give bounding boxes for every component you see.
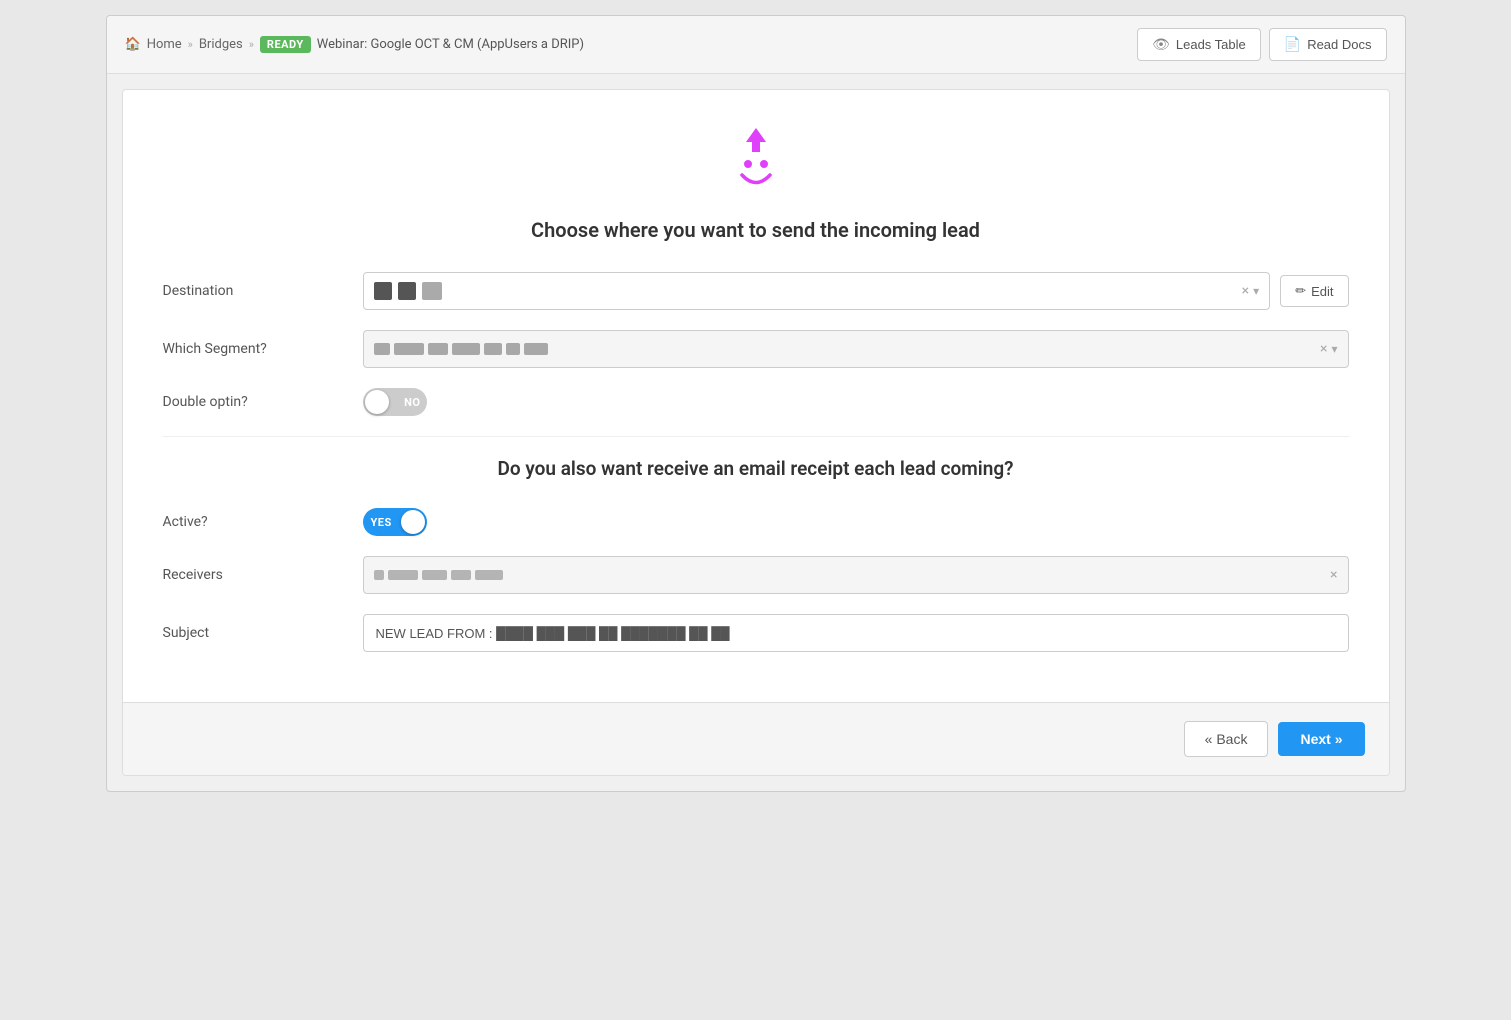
active-row: Active? YES: [163, 508, 1349, 536]
status-badge: READY: [260, 36, 311, 53]
destination-control: × ▾ ✏ Edit: [363, 272, 1349, 310]
edit-label: Edit: [1311, 284, 1333, 299]
destination-clear-icon[interactable]: ×: [1242, 283, 1249, 299]
double-optin-label: Double optin?: [163, 394, 363, 410]
double-optin-row: Double optin? NO: [163, 388, 1349, 416]
active-control: YES: [363, 508, 1349, 536]
section-divider: [163, 436, 1349, 437]
segment-control: × ▾: [363, 330, 1349, 368]
home-icon: 🏠: [125, 37, 141, 52]
segment-clear-icon[interactable]: ×: [1320, 341, 1327, 357]
double-optin-control: NO: [363, 388, 1349, 416]
page-title: Webinar: Google OCT & CM (AppUsers a DRI…: [317, 37, 584, 52]
segment-chevron-icon: ▾: [1331, 342, 1337, 356]
main-content: Choose where you want to send the incomi…: [122, 89, 1390, 776]
doc-icon: 📄: [1284, 36, 1301, 53]
destination-icon3: [422, 282, 442, 300]
back-button[interactable]: « Back: [1184, 721, 1269, 757]
destination-select-left: [374, 282, 442, 300]
edit-pencil-icon: ✏: [1295, 283, 1306, 299]
double-optin-toggle-wrap: NO: [363, 388, 427, 416]
breadcrumb: 🏠 Home » Bridges » READY Webinar: Google…: [125, 36, 585, 53]
form-area: Choose where you want to send the incomi…: [123, 90, 1389, 702]
toggle-on-knob: [401, 510, 425, 534]
receivers-control: ×: [363, 556, 1349, 594]
leads-table-button[interactable]: 👁 Leads Table: [1137, 28, 1261, 61]
drip-logo-icon: [716, 120, 796, 200]
receivers-row: Receivers ×: [163, 556, 1349, 594]
segment-select-right: × ▾: [1320, 341, 1338, 357]
toggle-off-knob: [365, 390, 389, 414]
segment-select-left: [374, 343, 548, 355]
read-docs-button[interactable]: 📄 Read Docs: [1269, 28, 1387, 61]
next-button[interactable]: Next »: [1278, 722, 1364, 756]
subject-label: Subject: [163, 625, 363, 641]
subject-row: Subject: [163, 614, 1349, 652]
sep1: »: [188, 38, 193, 51]
subject-input-wrap: [363, 614, 1349, 652]
top-nav: 🏠 Home » Bridges » READY Webinar: Google…: [107, 16, 1405, 74]
section2-title: Do you also want receive an email receip…: [163, 457, 1349, 480]
active-toggle-wrap: YES: [363, 508, 427, 536]
destination-icon2: [398, 282, 416, 300]
home-link[interactable]: Home: [147, 37, 182, 52]
destination-select[interactable]: × ▾: [363, 272, 1271, 310]
section1-title: Choose where you want to send the incomi…: [163, 218, 1349, 242]
segment-select-wrapper: × ▾: [363, 330, 1349, 368]
toggle-on-label: YES: [371, 516, 392, 529]
subject-control: [363, 614, 1349, 652]
destination-label: Destination: [163, 283, 363, 299]
sep2: »: [249, 38, 254, 51]
bridges-link[interactable]: Bridges: [199, 37, 243, 52]
receivers-label: Receivers: [163, 567, 363, 583]
nav-actions: 👁 Leads Table 📄 Read Docs: [1137, 28, 1386, 61]
destination-select-right: × ▾: [1242, 283, 1260, 299]
destination-icon1: [374, 282, 392, 300]
segment-label: Which Segment?: [163, 341, 363, 357]
edit-button[interactable]: ✏ Edit: [1280, 275, 1348, 307]
active-toggle[interactable]: YES: [363, 508, 427, 536]
eye-icon: 👁: [1152, 36, 1170, 53]
logo-area: [163, 120, 1349, 200]
receivers-input[interactable]: ×: [363, 556, 1349, 594]
leads-table-label: Leads Table: [1176, 37, 1246, 52]
double-optin-toggle[interactable]: NO: [363, 388, 427, 416]
segment-select[interactable]: × ▾: [363, 330, 1349, 368]
active-label: Active?: [163, 514, 363, 530]
destination-chevron-icon: ▾: [1253, 284, 1259, 298]
receivers-clear-icon[interactable]: ×: [1330, 567, 1337, 583]
receivers-value-blurred: [374, 570, 503, 580]
toggle-off-label: NO: [404, 396, 420, 409]
destination-select-wrapper: × ▾: [363, 272, 1271, 310]
read-docs-label: Read Docs: [1307, 37, 1371, 52]
subject-input[interactable]: [363, 614, 1349, 652]
destination-row: Destination × ▾: [163, 272, 1349, 310]
form-footer: « Back Next »: [123, 702, 1389, 775]
segment-row: Which Segment?: [163, 330, 1349, 368]
